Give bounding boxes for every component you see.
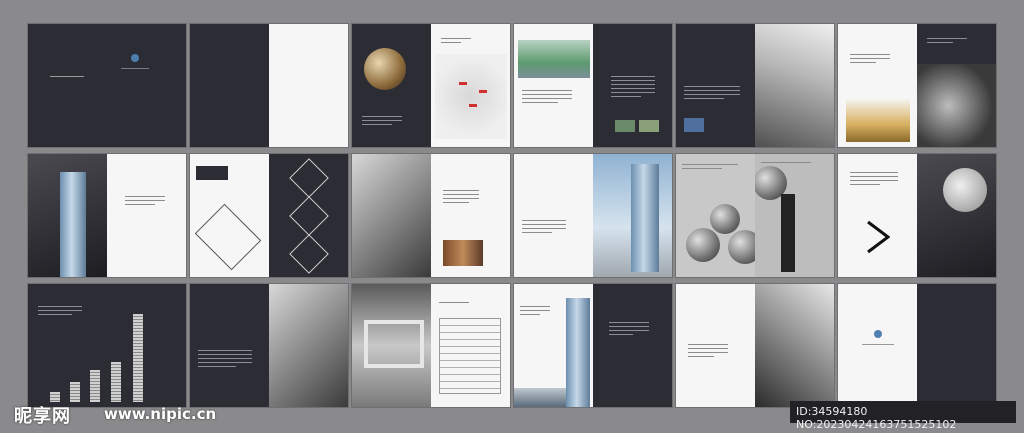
page-arrow (838, 154, 917, 277)
page-map (431, 24, 510, 147)
spread-r3c6 (838, 284, 996, 407)
watermark-site-logo: 昵享网 (14, 406, 71, 427)
page-skyscraper-gray (755, 284, 834, 407)
spread-r2c3 (352, 154, 510, 277)
spread-r3c3 (352, 284, 510, 407)
spread-r1c5 (676, 24, 834, 147)
page-floorplan (190, 154, 269, 277)
page-tower-white (514, 284, 593, 407)
tower-image-2 (631, 164, 659, 272)
spread-r1c2 (190, 24, 348, 147)
floorplan-drawing (194, 203, 262, 271)
chess-pieces-image (846, 98, 910, 142)
spread-r1c4 (514, 24, 672, 147)
highway-photo (917, 64, 996, 147)
spread-r3c5 (676, 284, 834, 407)
spread-r2c2 (190, 154, 348, 277)
watermark-url: www.nipic.cn (104, 405, 217, 423)
spread-r2c6 (838, 154, 996, 277)
dollar-icon (943, 168, 987, 212)
spread-r2c1 (28, 154, 186, 277)
spread-r3c2 (190, 284, 348, 407)
spread-r1c1 (28, 24, 186, 147)
page-globes-left (676, 154, 755, 277)
tower-image (60, 172, 86, 277)
spread-r3c4 (514, 284, 672, 407)
page-text-dark (593, 24, 672, 147)
page-coins-left (28, 284, 107, 407)
page-dollar-photo (917, 154, 996, 277)
page-blank-white (269, 24, 348, 147)
page-cover-back (28, 24, 107, 147)
page-floorplans-dark (269, 154, 348, 277)
page-text-dark-2 (676, 24, 755, 147)
page-text-dark-4 (593, 284, 672, 407)
page-text-white-4 (676, 284, 755, 407)
spread-r3c1 (28, 284, 186, 407)
page-coins-right (107, 284, 186, 407)
page-text-white (107, 154, 186, 277)
page-globes-right (755, 154, 834, 277)
page-sky-tower (593, 154, 672, 277)
skyscraper-photo (755, 24, 834, 147)
page-text-white-2 (431, 154, 510, 277)
tower-image-3 (566, 298, 590, 407)
chevron-right-icon (867, 220, 890, 254)
page-watch-chart (352, 154, 431, 277)
data-table (439, 318, 501, 394)
page-chess-gray (269, 284, 348, 407)
globe-image (364, 48, 406, 90)
page-globe (352, 24, 431, 147)
page-cover-front (107, 24, 186, 147)
map-image (435, 54, 507, 139)
spread-r2c4 (514, 154, 672, 277)
aerial-photo (518, 40, 590, 78)
page-table (431, 284, 510, 407)
page-blank-dark-2 (917, 284, 996, 407)
page-highway (917, 24, 996, 147)
company-logo-icon (131, 54, 139, 62)
spread-r1c6 (838, 24, 996, 147)
page-skyscraper (755, 24, 834, 147)
page-maze (352, 284, 431, 407)
spread-r1c3 (352, 24, 510, 147)
brochure-spread-grid (28, 24, 996, 408)
page-blank-dark (190, 24, 269, 147)
page-tower-photo (28, 154, 107, 277)
page-aerial (514, 24, 593, 147)
company-logo-icon-2 (874, 330, 882, 338)
page-text-dark-3 (190, 284, 269, 407)
spread-r2c5 (676, 154, 834, 277)
page-chess (838, 24, 917, 147)
page-text-white-3 (514, 154, 593, 277)
watermark-id-text: ID:34594180 NO:20230424163751525102 (796, 405, 957, 431)
page-back-cover (838, 284, 917, 407)
